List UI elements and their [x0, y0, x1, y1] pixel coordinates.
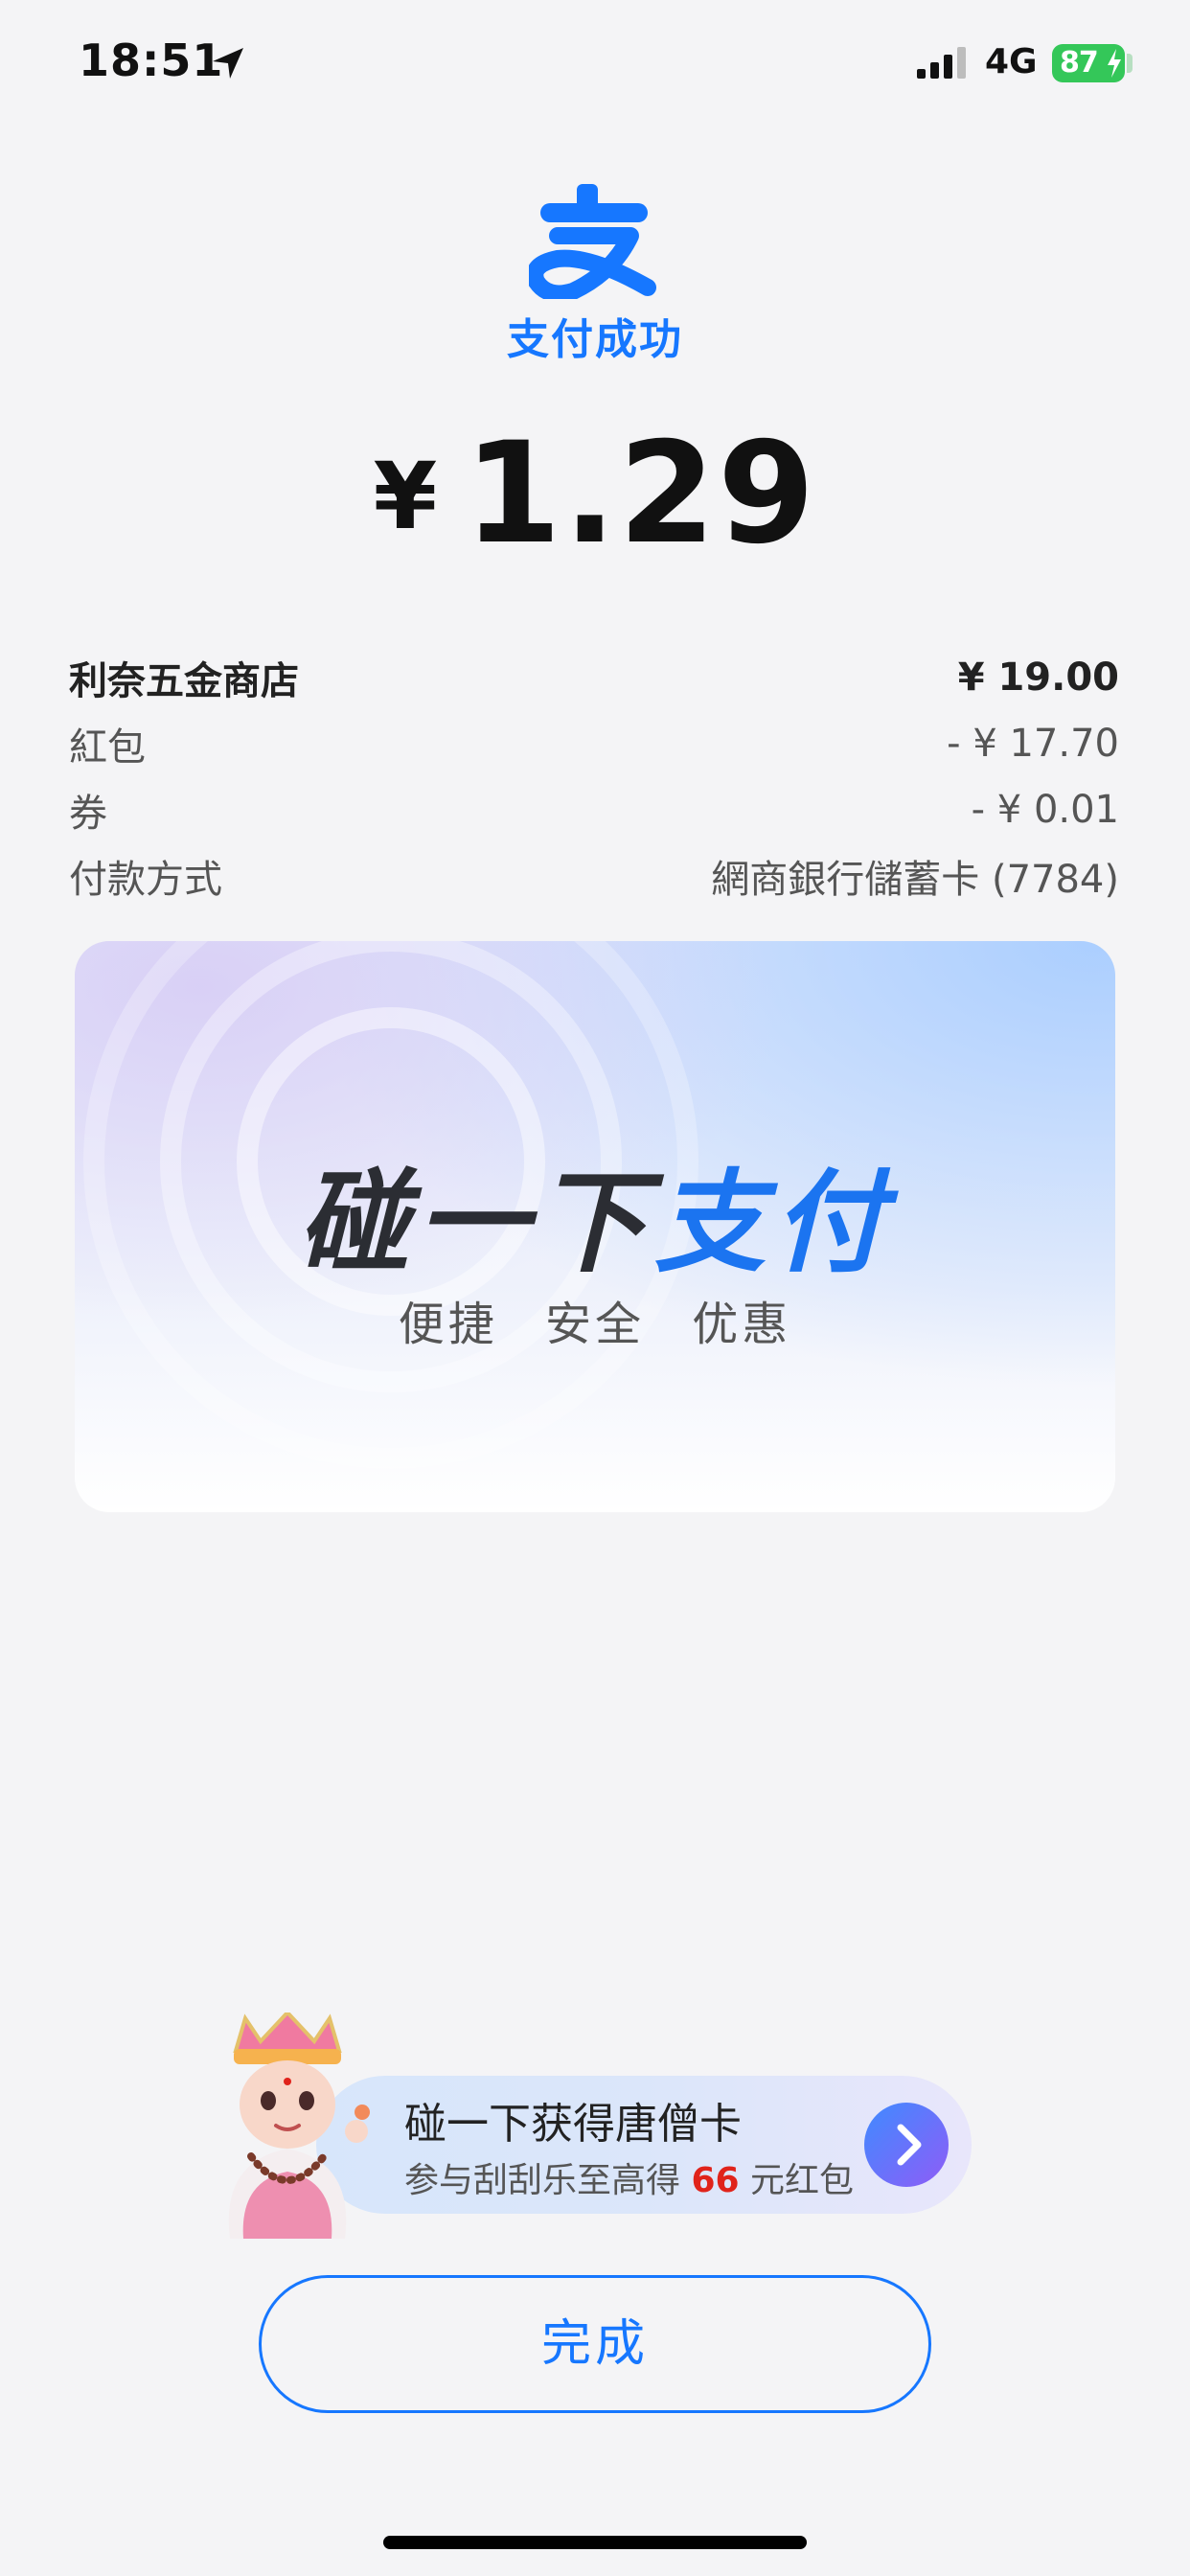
detail-row-red-packet: 紅包 - ¥ 17.70 — [69, 710, 1119, 776]
tang-card-arrow-button[interactable] — [864, 2103, 949, 2187]
signal-icon — [917, 47, 966, 79]
merchant-name: 利奈五金商店 — [69, 658, 299, 703]
battery-level: 87 — [1060, 46, 1099, 80]
chevron-right-icon — [897, 2124, 922, 2166]
tang-monk-avatar — [228, 2012, 370, 2239]
promo-title-blue: 支付 — [654, 1159, 892, 1288]
red-packet-value: - ¥ 17.70 — [947, 721, 1119, 766]
tang-card-title: 碰一下获得唐僧卡 — [404, 2100, 742, 2149]
bolt-icon — [1108, 49, 1121, 78]
tang-sub-prefix: 参与刮刮乐至高得 — [404, 2161, 681, 2200]
network-type: 4G — [985, 42, 1038, 81]
home-indicator[interactable] — [383, 2536, 807, 2549]
detail-row-merchant: 利奈五金商店 ¥ 19.00 — [69, 644, 1119, 710]
detail-row-coupon: 券 - ¥ 0.01 — [69, 776, 1119, 842]
red-packet-label: 紅包 — [69, 724, 146, 770]
payment-details: 利奈五金商店 ¥ 19.00 紅包 - ¥ 17.70 券 - ¥ 0.01 付… — [69, 644, 1119, 908]
location-arrow-icon — [213, 48, 243, 79]
done-button[interactable]: 完成 — [259, 2275, 931, 2413]
tang-sub-highlight: 66 — [691, 2161, 740, 2200]
coupon-label: 券 — [69, 791, 107, 836]
payment-amount: ¥1.29 — [0, 412, 1190, 575]
battery-cap — [1127, 54, 1133, 73]
amount-value: 1.29 — [464, 412, 817, 575]
promo-title: 碰一下支付 — [75, 1133, 1115, 1294]
tap-to-pay-banner[interactable]: 碰一下支付 便捷 安全 优惠 — [75, 941, 1115, 1512]
detail-row-payment-method: 付款方式 網商銀行儲蓄卡 (7784) — [69, 842, 1119, 908]
payment-method-label: 付款方式 — [69, 857, 222, 902]
currency-symbol: ¥ — [373, 443, 438, 550]
coupon-value: - ¥ 0.01 — [971, 787, 1119, 832]
promo-title-dark: 碰一下 — [298, 1159, 654, 1288]
battery-charging-icon: 87 — [1052, 44, 1125, 82]
tang-sub-suffix: 元红包 — [750, 2161, 855, 2200]
payment-method-value: 網商銀行儲蓄卡 (7784) — [711, 857, 1119, 902]
status-bar: 18:51 4G 87 — [0, 0, 1190, 125]
promo-subtitle: 便捷 安全 优惠 — [398, 1298, 792, 1351]
order-total: ¥ 19.00 — [957, 655, 1119, 700]
alipay-logo — [529, 184, 656, 299]
payment-success-title: 支付成功 — [507, 315, 683, 364]
status-time: 18:51 — [79, 34, 224, 86]
tang-card-subtitle: 参与刮刮乐至高得 66 元红包 — [404, 2152, 854, 2202]
